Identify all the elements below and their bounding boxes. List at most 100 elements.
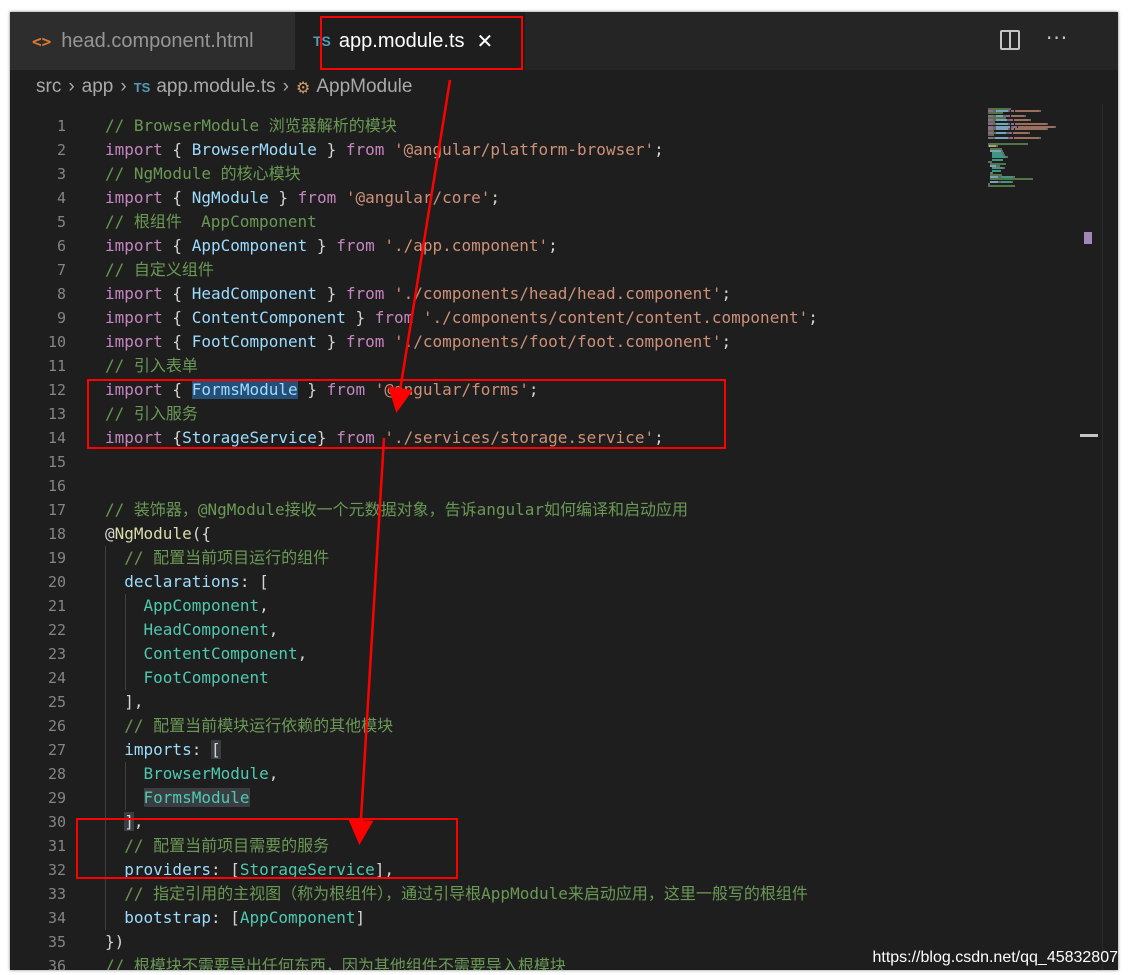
line-number: 17 xyxy=(47,501,66,519)
code-line[interactable]: 7 // 自定义组件 xyxy=(10,258,980,282)
breadcrumb-item-file[interactable]: app.module.ts xyxy=(156,76,275,98)
code-token: : xyxy=(191,740,211,759)
code-token: // 根模块不需要导出任何东西，因为其他组件不需要导入根模块 xyxy=(105,956,566,970)
code-line[interactable]: 21 AppComponent, xyxy=(10,594,980,618)
code-line[interactable]: 33 // 指定引用的主视图（称为根组件），通过引导根AppModule来启动应… xyxy=(10,882,980,906)
code-token: } xyxy=(268,188,298,207)
more-actions-icon[interactable]: ··· xyxy=(1046,26,1068,50)
code-line[interactable]: 18 @NgModule({ xyxy=(10,522,980,546)
code-token: ], xyxy=(105,692,144,711)
code-token: FormsModule xyxy=(191,380,298,399)
scrollbar-cursor-marker xyxy=(1080,434,1098,437)
code-token: '@angular/core' xyxy=(345,188,491,207)
code-line[interactable]: 19 // 配置当前项目运行的组件 xyxy=(10,546,980,570)
code-line[interactable]: 29 FormsModule xyxy=(10,786,980,810)
code-token: ; xyxy=(528,380,539,399)
code-token: AppComponent xyxy=(191,236,308,255)
code-token: BrowserModule xyxy=(143,764,269,783)
minimap-stroke xyxy=(995,136,1008,139)
code-token: // BrowserModule 浏览器解析的模块 xyxy=(105,116,397,135)
code-line[interactable]: 15 xyxy=(10,450,980,474)
code-token: ], xyxy=(374,860,394,879)
code-line[interactable]: 24 FootComponent xyxy=(10,666,980,690)
code-line[interactable]: 36 // 根模块不需要导出任何东西，因为其他组件不需要导入根模块 xyxy=(10,954,980,970)
code-line[interactable]: 28 BrowserModule, xyxy=(10,762,980,786)
line-number: 2 xyxy=(56,141,66,159)
code-line[interactable]: 10 import { FootComponent } from './compo… xyxy=(10,330,980,354)
code-line[interactable]: 4 import { NgModule } from '@angular/core… xyxy=(10,186,980,210)
minimap-stroke xyxy=(988,185,1015,187)
code-line[interactable]: 9 import { ContentComponent } from './com… xyxy=(10,306,980,330)
code-token: from xyxy=(336,236,375,255)
code-token: './services/storage.service' xyxy=(384,428,655,447)
minimap-stroke xyxy=(991,158,1004,161)
code-line[interactable]: 6 import { AppComponent } from './app.com… xyxy=(10,234,980,258)
line-number: 21 xyxy=(47,597,66,615)
breadcrumb-item-src[interactable]: src xyxy=(36,76,61,98)
code-line[interactable]: 22 HeadComponent, xyxy=(10,618,980,642)
code-line[interactable]: 5 // 根组件 AppComponent xyxy=(10,210,980,234)
code-text: import { BrowserModule } from '@angular/… xyxy=(105,138,664,162)
code-line[interactable]: 30 ], xyxy=(10,810,980,834)
code-token: from xyxy=(326,380,366,399)
split-editor-icon[interactable] xyxy=(1000,30,1020,50)
code-line[interactable]: 31 // 配置当前项目需要的服务 xyxy=(10,834,980,858)
code-line[interactable]: 3 // NgModule 的核心模块 xyxy=(10,162,980,186)
code-token: import xyxy=(105,308,163,327)
code-line[interactable]: 34 bootstrap: [AppComponent] xyxy=(10,906,980,930)
code-line[interactable]: 27 imports: [ xyxy=(10,738,980,762)
code-token: // 自定义组件 xyxy=(105,260,214,279)
code-line[interactable]: 8 import { HeadComponent } from './compon… xyxy=(10,282,980,306)
code-line[interactable]: 35}) xyxy=(10,930,980,954)
code-line[interactable]: 2 import { BrowserModule } from '@angular… xyxy=(10,138,980,162)
tab-head-component-html[interactable]: <> head.component.html xyxy=(10,12,295,70)
code-line[interactable]: 11 // 引入表单 xyxy=(10,354,980,378)
code-line[interactable]: 32 providers: [StorageService], xyxy=(10,858,980,882)
code-editor[interactable]: 1 // BrowserModule 浏览器解析的模块 2 import { Brow… xyxy=(10,104,1118,970)
code-line[interactable]: 25 ], xyxy=(10,690,980,714)
breadcrumb-item-symbol[interactable]: AppModule xyxy=(316,76,412,98)
code-token: import xyxy=(105,428,163,447)
code-token: , xyxy=(297,644,308,663)
class-symbol-icon: ⚙ xyxy=(296,77,311,97)
code-token: imports xyxy=(124,740,192,759)
code-line[interactable]: 26 // 配置当前模块运行依赖的其他模块 xyxy=(10,714,980,738)
line-number: 6 xyxy=(56,237,66,255)
line-number: 28 xyxy=(47,765,66,783)
close-icon[interactable]: ✕ xyxy=(477,29,494,53)
code-line[interactable]: 17 // 装饰器，@NgModule接收一个元数据对象，告诉angular如何编… xyxy=(10,498,980,522)
breadcrumb-item-app[interactable]: app xyxy=(82,76,114,98)
code-text: // 装饰器，@NgModule接收一个元数据对象，告诉angular如何编译和… xyxy=(105,498,688,522)
line-number: 7 xyxy=(56,261,66,279)
code-token: } xyxy=(316,428,337,447)
code-line[interactable]: 14 import {StorageService} from './servic… xyxy=(10,426,980,450)
minimap[interactable] xyxy=(980,104,1080,970)
code-token: } xyxy=(307,236,337,255)
code-line[interactable]: 1 // BrowserModule 浏览器解析的模块 xyxy=(10,114,980,138)
code-line[interactable]: 12 import { FormsModule } from '@angular/… xyxy=(10,378,980,402)
vertical-scrollbar[interactable] xyxy=(1102,104,1117,970)
code-line[interactable]: 16 xyxy=(10,474,980,498)
tab-app-module-ts[interactable]: TS app.module.ts ✕ xyxy=(295,12,525,70)
code-text: // 配置当前项目需要的服务 xyxy=(105,834,329,858)
code-token: ; xyxy=(721,284,732,303)
code-text: providers: [StorageService], xyxy=(105,858,394,882)
code-text: BrowserModule, xyxy=(105,762,279,786)
code-token: [ xyxy=(210,740,221,759)
code-token: ; xyxy=(808,308,818,327)
indent-guide xyxy=(125,594,126,690)
code-line[interactable]: 20 declarations: [ xyxy=(10,570,980,594)
code-token: NgModule xyxy=(114,524,192,543)
editor-window: <> head.component.html TS app.module.ts … xyxy=(10,12,1118,970)
code-token: from xyxy=(345,332,385,351)
code-token: from xyxy=(374,308,414,327)
minimap-stroke xyxy=(1009,119,1014,121)
code-line[interactable]: 13 // 引入服务 xyxy=(10,402,980,426)
minimap-stroke xyxy=(1039,110,1042,113)
code-line[interactable]: 23 ContentComponent, xyxy=(10,642,980,666)
